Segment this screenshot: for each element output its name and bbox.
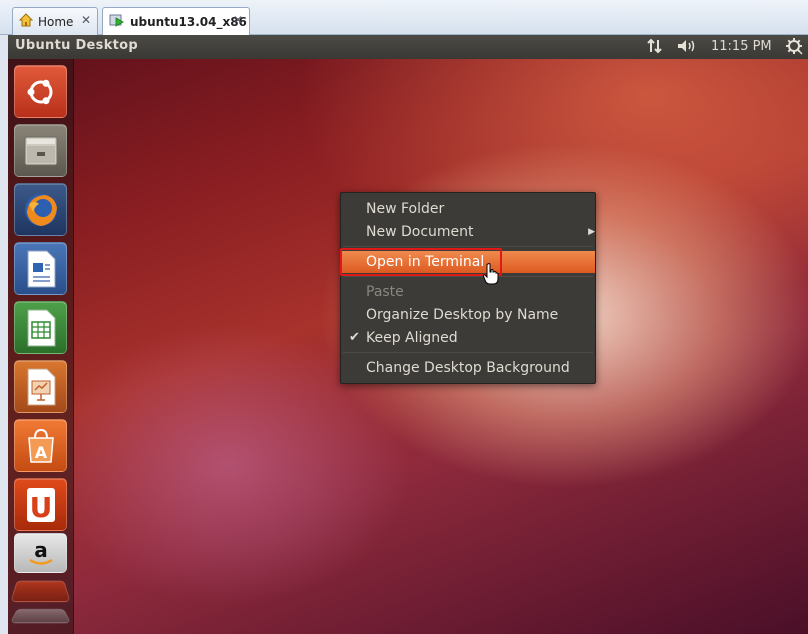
- svg-text:A: A: [34, 443, 47, 462]
- tab-home[interactable]: Home ✕: [12, 7, 98, 35]
- menu-item-label: New Folder: [366, 201, 445, 217]
- checkmark-icon: ✔: [349, 330, 360, 345]
- menu-item-new-folder[interactable]: New Folder: [341, 198, 595, 220]
- tab-vm-label: ubuntu13.04_x86: [130, 15, 247, 29]
- ubuntu-desktop[interactable]: Ubuntu Desktop 11:15 PM A U a New Folder…: [8, 35, 808, 634]
- home-icon: [18, 13, 34, 30]
- desktop-context-menu: New Folder New Document ▶ Open in Termina…: [340, 192, 596, 384]
- annotation-highlight-box: [340, 248, 502, 276]
- menu-item-paste: Paste: [341, 281, 595, 303]
- volume-icon[interactable]: [676, 37, 698, 59]
- launcher: A U a: [8, 59, 74, 634]
- clock[interactable]: 11:15 PM: [711, 39, 772, 54]
- software-center-icon[interactable]: A: [14, 419, 67, 472]
- close-icon[interactable]: ✕: [233, 13, 243, 27]
- hand-cursor-icon: [482, 263, 499, 289]
- menu-item-keep-aligned[interactable]: ✔ Keep Aligned: [341, 327, 595, 349]
- menu-item-organize-desktop[interactable]: Organize Desktop by Name: [341, 304, 595, 326]
- tab-home-label: Home: [38, 14, 74, 29]
- menu-item-label: Change Desktop Background: [366, 360, 570, 376]
- vm-tab-bar: Home ✕ ubuntu13.04_x86 ✕: [0, 0, 808, 36]
- dash-home-icon[interactable]: [14, 65, 67, 118]
- menu-item-label: Organize Desktop by Name: [366, 307, 559, 323]
- menu-separator: [343, 352, 593, 353]
- top-panel: Ubuntu Desktop 11:15 PM: [8, 35, 808, 59]
- submenu-arrow-icon: ▶: [588, 227, 595, 237]
- ubuntu-one-icon[interactable]: U: [14, 478, 67, 531]
- svg-text:U: U: [29, 491, 52, 524]
- tab-vm[interactable]: ubuntu13.04_x86 ✕: [102, 7, 250, 36]
- libreoffice-impress-icon[interactable]: [14, 360, 67, 413]
- svg-text:a: a: [34, 538, 48, 562]
- vm-play-icon: [109, 14, 125, 31]
- gear-icon[interactable]: [785, 37, 803, 59]
- menu-item-label: New Document: [366, 224, 474, 240]
- menu-separator: [343, 246, 593, 247]
- network-icon[interactable]: [646, 37, 664, 59]
- menu-item-label: Keep Aligned: [366, 330, 458, 346]
- menu-item-change-background[interactable]: Change Desktop Background: [341, 357, 595, 379]
- menu-separator: [343, 276, 593, 277]
- close-icon[interactable]: ✕: [81, 13, 91, 27]
- ubuntu-one-music-icon[interactable]: [10, 580, 71, 603]
- amazon-icon[interactable]: a: [14, 533, 67, 573]
- system-settings-icon[interactable]: [9, 608, 72, 624]
- files-icon[interactable]: [14, 124, 67, 177]
- libreoffice-calc-icon[interactable]: [14, 301, 67, 354]
- menu-item-new-document[interactable]: New Document ▶: [341, 221, 595, 243]
- libreoffice-writer-icon[interactable]: [14, 242, 67, 295]
- menu-item-label: Paste: [366, 284, 404, 300]
- panel-title: Ubuntu Desktop: [15, 38, 139, 53]
- firefox-icon[interactable]: [14, 183, 67, 236]
